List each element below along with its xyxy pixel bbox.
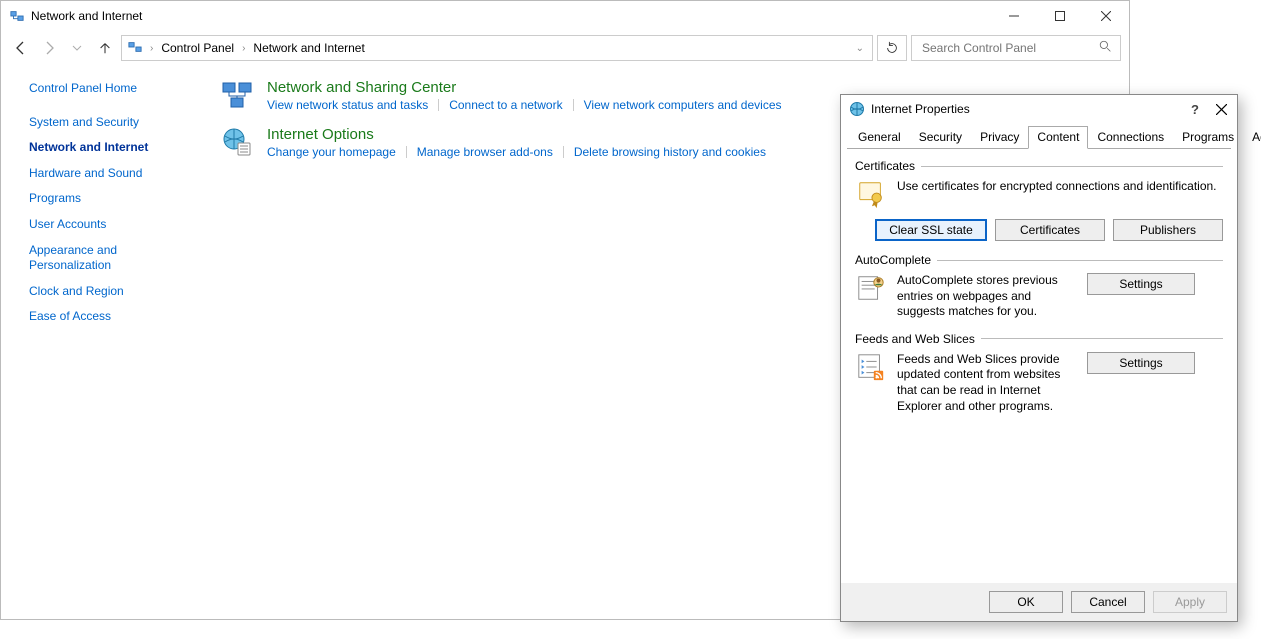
network-icon [128, 40, 142, 57]
dialog-footer: OK Cancel Apply [841, 583, 1237, 621]
sidebar-home[interactable]: Control Panel Home [29, 81, 201, 97]
forward-button[interactable] [37, 36, 61, 60]
group-description: Use certificates for encrypted connectio… [897, 179, 1223, 211]
autocomplete-icon [855, 273, 887, 305]
up-button[interactable] [93, 36, 117, 60]
sidebar-item-appearance[interactable]: Appearance and Personalization [29, 243, 159, 274]
sidebar-item-programs[interactable]: Programs [29, 191, 201, 207]
group-title: Certificates [855, 159, 915, 173]
chevron-down-icon[interactable]: ⌄ [856, 43, 864, 54]
close-button[interactable] [1083, 1, 1129, 31]
divider [573, 99, 574, 111]
tab-connections[interactable]: Connections [1088, 126, 1173, 149]
clear-ssl-button[interactable]: Clear SSL state [875, 219, 987, 241]
tab-strip: General Security Privacy Content Connect… [841, 125, 1237, 148]
tab-advanced[interactable]: Advanced [1243, 126, 1261, 149]
address-bar[interactable]: › Control Panel › Network and Internet ⌄ [121, 35, 873, 61]
search-input[interactable] [920, 40, 1099, 56]
group-title: AutoComplete [855, 253, 931, 267]
maximize-button[interactable] [1037, 1, 1083, 31]
tab-general[interactable]: General [849, 126, 910, 149]
link-connect-network[interactable]: Connect to a network [449, 98, 562, 112]
divider [921, 166, 1223, 167]
cancel-button[interactable]: Cancel [1071, 591, 1145, 613]
search-icon [1099, 40, 1112, 56]
sidebar: Control Panel Home System and Security N… [1, 65, 201, 619]
apply-button[interactable]: Apply [1153, 591, 1227, 613]
tab-programs[interactable]: Programs [1173, 126, 1243, 149]
recent-dropdown[interactable] [65, 36, 89, 60]
sidebar-item-clock-region[interactable]: Clock and Region [29, 284, 201, 300]
publishers-button[interactable]: Publishers [1113, 219, 1223, 241]
close-button[interactable] [1213, 101, 1229, 117]
group-certificates: Certificates Use certificates for encryp… [855, 159, 1223, 241]
title-bar: Network and Internet [1, 1, 1129, 31]
tab-security[interactable]: Security [910, 126, 971, 149]
certificate-icon [855, 179, 887, 211]
autocomplete-settings-button[interactable]: Settings [1087, 273, 1195, 295]
minimize-button[interactable] [991, 1, 1037, 31]
back-button[interactable] [9, 36, 33, 60]
help-button[interactable]: ? [1191, 102, 1199, 117]
chevron-right-icon: › [150, 43, 153, 54]
ok-button[interactable]: OK [989, 591, 1063, 613]
breadcrumb-segment[interactable]: Network and Internet [253, 41, 364, 55]
search-box[interactable] [911, 35, 1121, 61]
feeds-settings-button[interactable]: Settings [1087, 352, 1195, 374]
sidebar-item-hardware-sound[interactable]: Hardware and Sound [29, 166, 201, 182]
link-manage-addons[interactable]: Manage browser add-ons [417, 145, 553, 159]
network-sharing-icon [221, 79, 253, 111]
category-title[interactable]: Network and Sharing Center [267, 79, 782, 96]
refresh-button[interactable] [877, 35, 907, 61]
link-view-status[interactable]: View network status and tasks [267, 98, 428, 112]
tab-privacy[interactable]: Privacy [971, 126, 1028, 149]
divider [563, 146, 564, 158]
link-view-computers[interactable]: View network computers and devices [584, 98, 782, 112]
internet-properties-dialog: Internet Properties ? General Security P… [840, 94, 1238, 622]
group-description: AutoComplete stores previous entries on … [897, 273, 1077, 320]
divider [438, 99, 439, 111]
group-feeds: Feeds and Web Slices Feeds and Web Slice… [855, 332, 1223, 414]
network-icon [9, 8, 25, 24]
group-autocomplete: AutoComplete AutoComplete stores previou… [855, 253, 1223, 320]
window-title: Network and Internet [31, 9, 142, 23]
category-title[interactable]: Internet Options [267, 126, 766, 143]
chevron-right-icon: › [242, 43, 245, 54]
sidebar-item-user-accounts[interactable]: User Accounts [29, 217, 201, 233]
link-delete-history[interactable]: Delete browsing history and cookies [574, 145, 766, 159]
divider [406, 146, 407, 158]
sidebar-item-network-internet[interactable]: Network and Internet [29, 140, 201, 156]
dialog-title-bar: Internet Properties ? [841, 95, 1237, 123]
sidebar-item-system-security[interactable]: System and Security [29, 115, 201, 131]
nav-toolbar: › Control Panel › Network and Internet ⌄ [1, 31, 1129, 65]
divider [937, 260, 1223, 261]
group-title: Feeds and Web Slices [855, 332, 975, 346]
globe-icon [849, 101, 865, 117]
dialog-title: Internet Properties [871, 102, 970, 116]
tab-content[interactable]: Content [1028, 126, 1088, 149]
divider [981, 338, 1223, 339]
dialog-body: Certificates Use certificates for encryp… [847, 148, 1231, 583]
link-change-homepage[interactable]: Change your homepage [267, 145, 396, 159]
certificates-button[interactable]: Certificates [995, 219, 1105, 241]
feeds-icon [855, 352, 887, 384]
breadcrumb-segment[interactable]: Control Panel [161, 41, 234, 55]
sidebar-item-ease-access[interactable]: Ease of Access [29, 309, 201, 325]
internet-options-icon [221, 126, 253, 158]
group-description: Feeds and Web Slices provide updated con… [897, 352, 1077, 414]
